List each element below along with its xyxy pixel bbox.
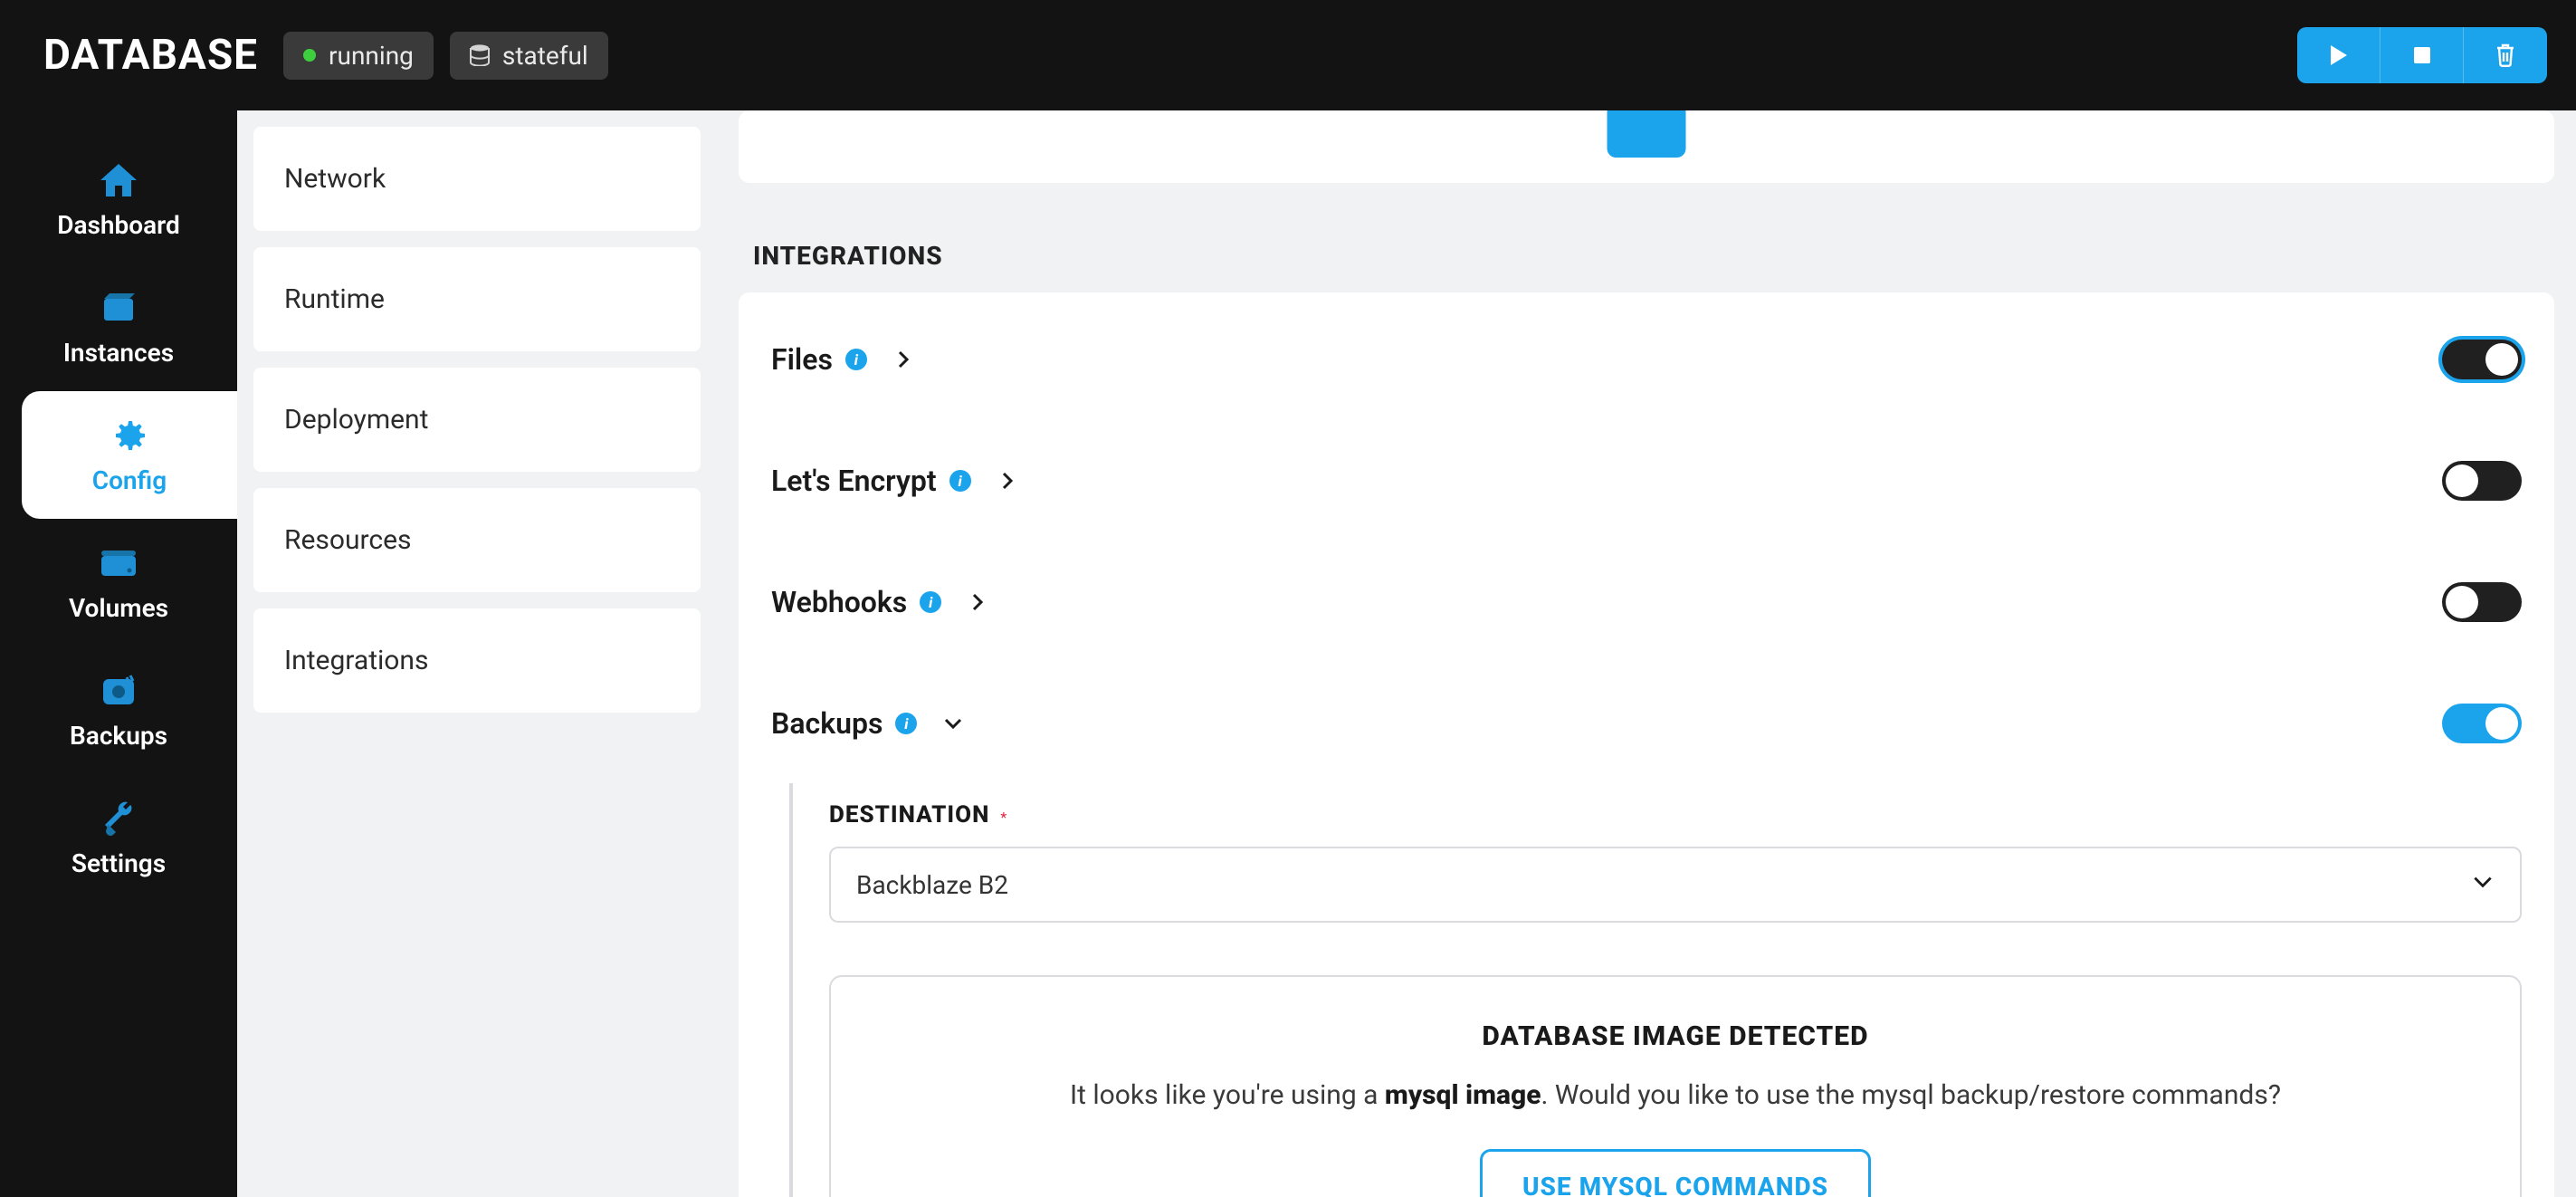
chevron-down-icon[interactable] xyxy=(942,713,964,734)
subnav-item-network[interactable]: Network xyxy=(253,127,701,231)
info-icon[interactable]: i xyxy=(920,591,941,613)
subnav-item-integrations[interactable]: Integrations xyxy=(253,608,701,713)
subnav-item-runtime[interactable]: Runtime xyxy=(253,247,701,351)
sidebar-item-label: Settings xyxy=(72,848,166,878)
destination-label: DESTINATION xyxy=(829,801,989,828)
info-icon[interactable]: i xyxy=(895,713,917,734)
info-icon[interactable]: i xyxy=(949,470,971,492)
detected-title: DATABASE IMAGE DETECTED xyxy=(1482,1020,1868,1052)
toggle-webhooks[interactable] xyxy=(2442,582,2522,622)
backups-expanded-body: DESTINATION * Backblaze B2 DATABASE IMAG… xyxy=(789,783,2522,1197)
kind-label: stateful xyxy=(502,41,588,71)
integration-row-files: Files i xyxy=(771,298,2522,419)
sidebar-item-volumes[interactable]: Volumes xyxy=(0,519,237,646)
sidebar-item-label: Volumes xyxy=(69,593,168,623)
toggle-letsencrypt[interactable] xyxy=(2442,461,2522,501)
sidebar-item-config[interactable]: Config xyxy=(22,391,237,519)
wrench-icon xyxy=(100,800,138,838)
use-mysql-commands-button[interactable]: USE MYSQL COMMANDS xyxy=(1480,1149,1871,1197)
primary-sidebar: Dashboard Instances Config xyxy=(0,110,237,1197)
section-heading-integrations: INTEGRATIONS xyxy=(753,241,2554,271)
sidebar-item-label: Config xyxy=(92,465,167,495)
required-star-icon: * xyxy=(1000,809,1007,826)
status-badge: running xyxy=(283,32,434,80)
integration-row-webhooks: Webhooks i xyxy=(771,541,2522,662)
start-button[interactable] xyxy=(2297,27,2380,83)
integration-row-backups: Backups i xyxy=(771,662,2522,783)
info-icon[interactable]: i xyxy=(845,349,867,370)
chevron-right-icon[interactable] xyxy=(997,470,1018,492)
status-label: running xyxy=(329,41,414,71)
sidebar-item-settings[interactable]: Settings xyxy=(0,774,237,902)
previous-section-button[interactable] xyxy=(1608,110,1686,158)
drive-icon xyxy=(100,544,138,582)
main-panel: INTEGRATIONS Files i Let's Encrypt i xyxy=(717,110,2576,1197)
sidebar-item-label: Backups xyxy=(70,721,167,751)
delete-button[interactable] xyxy=(2464,27,2547,83)
stop-button[interactable] xyxy=(2380,27,2464,83)
chevron-down-icon xyxy=(2471,870,2495,900)
integration-label: Webhooks xyxy=(771,585,907,619)
detected-text: It looks like you're using a mysql image… xyxy=(1070,1079,2281,1111)
kind-badge: stateful xyxy=(450,32,608,80)
status-dot-icon xyxy=(303,49,316,62)
integration-row-letsencrypt: Let's Encrypt i xyxy=(771,419,2522,541)
database-icon xyxy=(470,44,490,66)
sidebar-item-label: Dashboard xyxy=(57,210,180,240)
sidebar-item-backups[interactable]: Backups xyxy=(0,646,237,774)
sidebar-item-label: Instances xyxy=(63,338,174,368)
chevron-right-icon[interactable] xyxy=(892,349,914,370)
toggle-files[interactable] xyxy=(2442,340,2522,379)
destination-value: Backblaze B2 xyxy=(856,870,1008,900)
gear-icon xyxy=(110,417,148,455)
home-icon xyxy=(99,161,138,199)
chevron-right-icon[interactable] xyxy=(967,591,988,613)
sidebar-item-instances[interactable]: Instances xyxy=(0,263,237,391)
topbar: DATABASE running stateful xyxy=(0,0,2576,110)
toggle-backups[interactable] xyxy=(2442,704,2522,743)
sidebar-item-dashboard[interactable]: Dashboard xyxy=(0,136,237,263)
backups-icon xyxy=(100,672,138,710)
subnav-item-resources[interactable]: Resources xyxy=(253,488,701,592)
config-subnav: Network Runtime Deployment Resources Int… xyxy=(237,110,717,1197)
integrations-card: Files i Let's Encrypt i Webhoo xyxy=(739,292,2554,1197)
action-button-group xyxy=(2297,27,2547,83)
cube-icon xyxy=(100,289,137,327)
destination-select[interactable]: Backblaze B2 xyxy=(829,847,2522,923)
previous-section-card xyxy=(739,110,2554,183)
subnav-item-deployment[interactable]: Deployment xyxy=(253,368,701,472)
integration-label: Backups xyxy=(771,706,883,741)
database-image-detected-box: DATABASE IMAGE DETECTED It looks like yo… xyxy=(829,975,2522,1197)
integration-label: Files xyxy=(771,342,833,377)
page-title: DATABASE xyxy=(43,31,258,80)
integration-label: Let's Encrypt xyxy=(771,464,937,498)
